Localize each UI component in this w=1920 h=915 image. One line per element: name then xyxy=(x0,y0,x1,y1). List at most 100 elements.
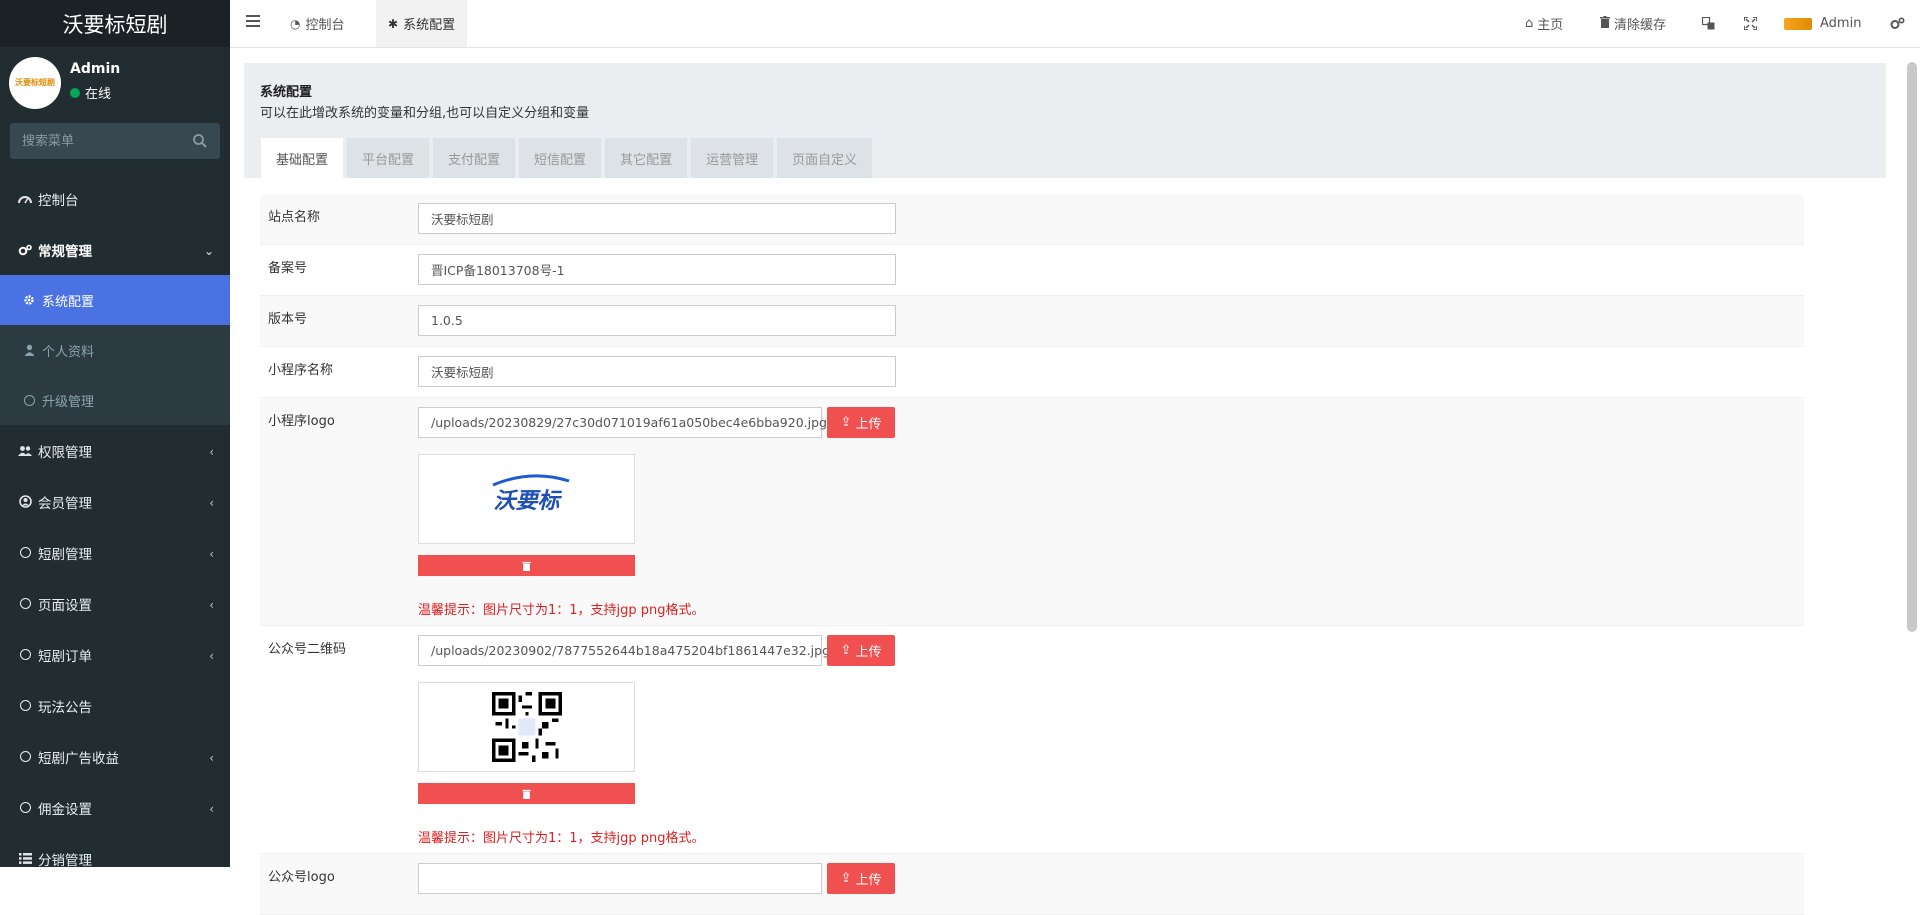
sidebar-item-label: 页面设置 xyxy=(38,597,92,614)
icp-input[interactable]: 晋ICP备18013708号-1 xyxy=(418,254,896,285)
sidebar-item-label: 会员管理 xyxy=(38,495,92,512)
config-tabs: 基础配置 平台配置 支付配置 短信配置 其它配置 运营管理 页面自定义 xyxy=(261,138,876,178)
upload-label: 上传 xyxy=(855,645,882,660)
page-scrollbar[interactable] xyxy=(1907,62,1917,632)
menu-toggle-icon[interactable] xyxy=(246,15,260,30)
tab-sms[interactable]: 短信配置 xyxy=(519,138,602,178)
sidebar-item-label: 系统配置 xyxy=(42,294,95,310)
sidebar-item-label: 玩法公告 xyxy=(38,699,92,716)
tab-basic[interactable]: 基础配置 xyxy=(261,138,344,178)
chevron-left-icon: ‹ xyxy=(209,496,214,510)
app-logo-title[interactable]: 沃要标短剧 xyxy=(0,0,230,47)
sidebar-item-label: 短剧广告收益 xyxy=(38,750,119,767)
search-icon[interactable] xyxy=(192,133,208,149)
sidebar-item-members[interactable]: 会员管理 ‹ xyxy=(0,476,230,527)
sidebar-item-label: 控制台 xyxy=(38,192,79,209)
avatar-logo-text: 沃要标短剧 xyxy=(15,78,55,87)
sidebar-item-label: 短剧订单 xyxy=(38,648,92,665)
top-header: ◔ 控制台 ✱ 系统配置 ⌂ 主页 清除缓存 Admin xyxy=(230,0,1920,48)
user-status: 在线 xyxy=(70,83,111,102)
mp-name-input[interactable]: 沃要标短剧 xyxy=(418,356,896,387)
sidebar-item-label: 个人资料 xyxy=(42,344,95,360)
form-row-version: 版本号 1.0.5 xyxy=(260,296,1804,347)
chevron-left-icon: ‹ xyxy=(209,547,214,561)
qrcode-delete-button[interactable] xyxy=(418,783,635,804)
mp-logo-image: 沃要标 xyxy=(492,474,570,515)
mp-logo-tip: 温馨提示：图片尺寸为1：1，支持jgp png格式。 xyxy=(418,603,705,618)
mp-logo-delete-button[interactable] xyxy=(418,555,635,576)
menu-search-input[interactable] xyxy=(10,123,192,159)
sidebar-item-permissions[interactable]: 权限管理 ‹ xyxy=(0,425,230,476)
mp-logo-path-input[interactable]: /uploads/20230829/27c30d071019af61a050be… xyxy=(418,407,827,438)
sidebar-item-upgrade[interactable]: 升级管理 xyxy=(0,375,230,425)
sidebar-item-announcements[interactable]: 玩法公告 xyxy=(0,680,230,731)
gzh-logo-path-input[interactable] xyxy=(418,863,822,894)
mp-logo-image-text: 沃要标 xyxy=(493,489,560,514)
admin-menu[interactable]: Admin xyxy=(1784,0,1861,47)
gear-icon: ✱ xyxy=(388,16,399,31)
form-row-qrcode: 公众号二维码 /uploads/20230902/7877552644b18a4… xyxy=(260,626,1804,854)
qrcode-tip: 温馨提示：图片尺寸为1：1，支持jgp png格式。 xyxy=(418,831,705,846)
mp-logo-preview: 沃要标 xyxy=(418,454,635,544)
user-icon xyxy=(22,343,36,357)
mp-logo-upload-button[interactable]: ⇪ 上传 xyxy=(827,407,895,438)
version-input[interactable]: 1.0.5 xyxy=(418,305,896,336)
home-link[interactable]: ⌂ 主页 xyxy=(1525,0,1563,47)
home-icon: ⌂ xyxy=(1525,16,1534,31)
sidebar-item-general[interactable]: 常规管理 ⌄ xyxy=(0,224,230,275)
sidebar-item-label: 常规管理 xyxy=(38,243,92,260)
content-header: 系统配置 可以在此增改系统的变量和分组,也可以自定义分组和变量 基础配置 平台配… xyxy=(244,63,1886,178)
site-name-label: 站点名称 xyxy=(268,210,321,225)
sidebar-item-label: 权限管理 xyxy=(38,444,92,461)
fullscreen-icon[interactable] xyxy=(1744,0,1757,47)
user-name: Admin xyxy=(70,61,121,77)
tab-system-config[interactable]: ✱ 系统配置 xyxy=(376,0,468,47)
sidebar-item-system-config[interactable]: 系统配置 xyxy=(0,275,230,325)
sidebar-item-page-settings[interactable]: 页面设置 ‹ xyxy=(0,578,230,629)
sidebar-item-orders[interactable]: 短剧订单 ‹ xyxy=(0,629,230,680)
sidebar-item-label: 升级管理 xyxy=(42,394,95,410)
trash-icon xyxy=(1600,15,1610,32)
circle-icon xyxy=(18,801,32,815)
trash-icon xyxy=(522,561,531,571)
form-row-icp: 备案号 晋ICP备18013708号-1 xyxy=(260,245,1804,296)
sidebar: 沃要标短剧 沃要标短剧 Admin 在线 控制台 常规管理 ⌄ xyxy=(0,0,230,867)
tab-payment[interactable]: 支付配置 xyxy=(433,138,516,178)
circle-icon xyxy=(18,699,32,713)
qrcode-label: 公众号二维码 xyxy=(268,642,347,657)
sidebar-item-distribution[interactable]: 分销管理 xyxy=(0,833,230,867)
trash-icon xyxy=(522,789,531,799)
tab-platform[interactable]: 平台配置 xyxy=(347,138,430,178)
gear-icon xyxy=(22,293,36,307)
circle-icon xyxy=(18,546,32,560)
user-circle-icon xyxy=(18,495,32,509)
mp-logo-label: 小程序logo xyxy=(268,414,335,429)
chevron-left-icon: ‹ xyxy=(209,649,214,663)
version-label: 版本号 xyxy=(268,312,308,327)
qrcode-path-input[interactable]: /uploads/20230902/7877552644b18a475204bf… xyxy=(418,635,830,666)
menu-search xyxy=(10,123,220,159)
qrcode-upload-button[interactable]: ⇪ 上传 xyxy=(827,635,895,666)
chevron-down-icon: ⌄ xyxy=(203,244,214,258)
sidebar-item-drama[interactable]: 短剧管理 ‹ xyxy=(0,527,230,578)
sidebar-item-commission[interactable]: 佣金设置 ‹ xyxy=(0,782,230,833)
admin-avatar xyxy=(1784,17,1812,30)
tab-label: 系统配置 xyxy=(403,18,456,33)
tab-page-custom[interactable]: 页面自定义 xyxy=(777,138,873,178)
language-icon[interactable] xyxy=(1702,0,1715,47)
mp-name-label: 小程序名称 xyxy=(268,363,334,378)
tab-other[interactable]: 其它配置 xyxy=(605,138,688,178)
gzh-logo-upload-button[interactable]: ⇪ 上传 xyxy=(827,863,895,894)
clear-cache-button[interactable]: 清除缓存 xyxy=(1600,0,1666,47)
list-icon xyxy=(18,852,32,866)
tab-dashboard[interactable]: ◔ 控制台 xyxy=(278,0,357,47)
chevron-left-icon: ‹ xyxy=(209,802,214,816)
sidebar-item-label: 佣金设置 xyxy=(38,801,92,818)
chevron-left-icon: ‹ xyxy=(209,598,214,612)
sidebar-item-dashboard[interactable]: 控制台 xyxy=(0,173,230,224)
sidebar-item-profile[interactable]: 个人资料 xyxy=(0,325,230,375)
sidebar-item-ad-revenue[interactable]: 短剧广告收益 ‹ xyxy=(0,731,230,782)
settings-icon[interactable] xyxy=(1890,0,1905,47)
tab-operations[interactable]: 运营管理 xyxy=(691,138,774,178)
site-name-input[interactable]: 沃要标短剧 xyxy=(418,203,896,234)
